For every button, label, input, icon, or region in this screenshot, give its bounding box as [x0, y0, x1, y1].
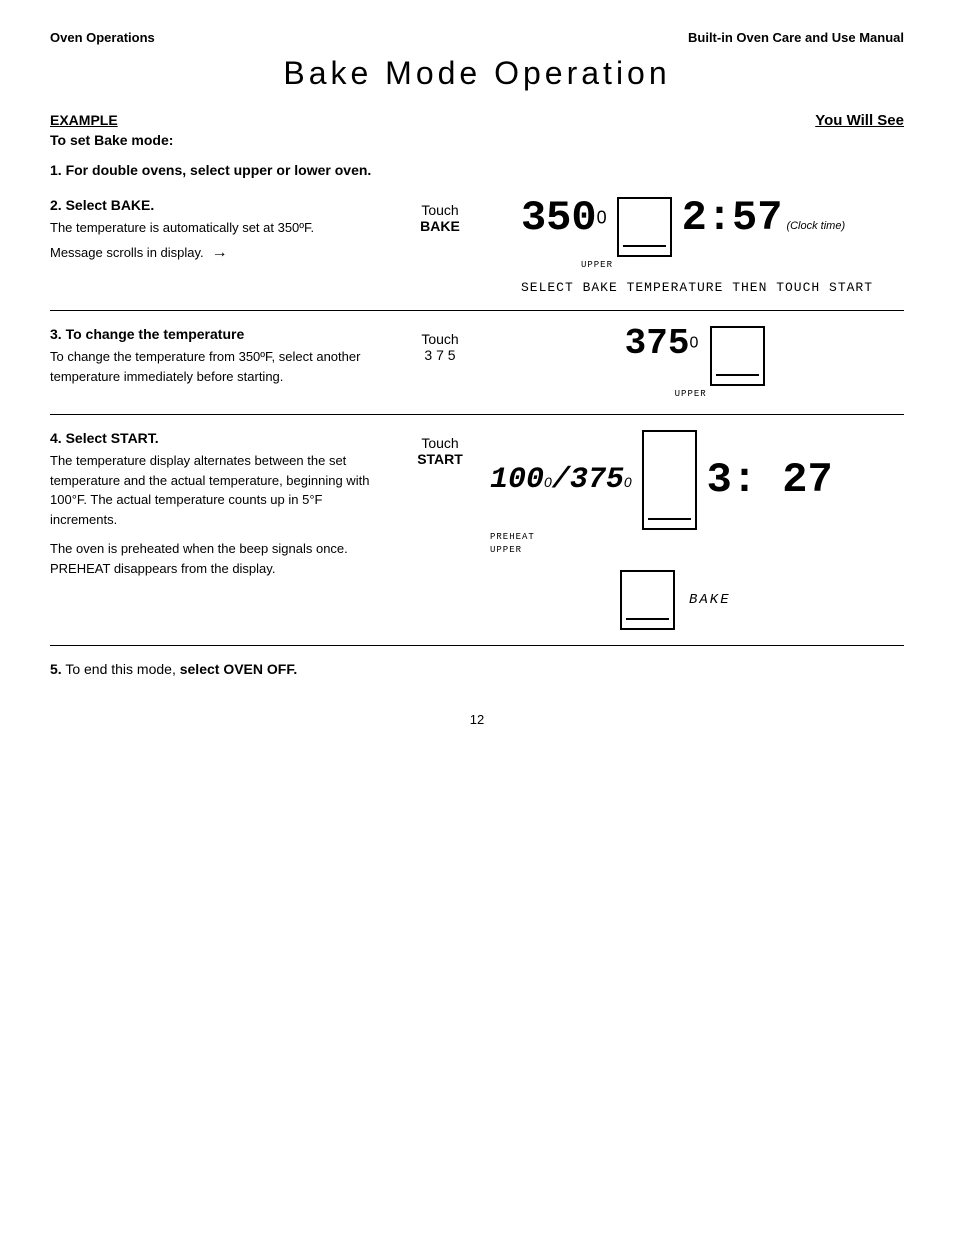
step4-left: 4. Select START. The temperature display… — [50, 430, 390, 578]
step3-left: 3. To change the temperature To change t… — [50, 326, 390, 386]
step1-number: 1. — [50, 162, 62, 178]
step4-title: Select START. — [66, 430, 159, 446]
step3-temp-group: 3750 — [625, 326, 699, 362]
step3-temp: 375 — [625, 323, 690, 364]
header-left: Oven Operations — [50, 30, 155, 45]
step4-body1: The temperature display alternates betwe… — [50, 451, 370, 529]
step4-touch2: START — [390, 451, 490, 467]
step2-right: 3500 2:57 (Clock time) UPPER SELECT BAKE… — [490, 197, 904, 295]
step3-touch1: Touch — [390, 331, 490, 347]
step4-slash: / — [552, 463, 570, 497]
step5-number: 5. — [50, 661, 62, 677]
step4-right: 1000 / 3750 3: 27 PREHEAT UPPER BAKE — [490, 430, 904, 630]
step4-oven-panel — [642, 430, 697, 530]
step2-body: The temperature is automatically set at … — [50, 218, 370, 238]
step2-upper: UPPER — [581, 260, 613, 270]
step4-upper: UPPER — [490, 545, 535, 555]
step4-body2: The oven is preheated when the beep sign… — [50, 539, 370, 578]
page-number: 12 — [50, 712, 904, 727]
step5-text-bold: select OVEN OFF. — [180, 661, 297, 677]
header: Oven Operations Built-in Oven Care and U… — [50, 30, 904, 45]
step4-oven-panel-2 — [620, 570, 675, 630]
step4-bake-label: BAKE — [689, 592, 731, 608]
step4-temp-set: 375 — [570, 463, 624, 497]
step2-clock-group: 2:57 (Clock time) — [682, 197, 846, 239]
step2-touch1: Touch — [390, 202, 490, 218]
step2-middle: Touch BAKE — [390, 197, 490, 234]
step2-temp: 350 — [521, 194, 597, 242]
step4-clock-group: 3: 27 — [707, 459, 833, 501]
step3-upper: UPPER — [675, 389, 707, 399]
step2-number: 2. — [50, 197, 62, 213]
step4-labels-left: PREHEAT UPPER — [490, 530, 535, 555]
step2-clock-label: (Clock time) — [786, 220, 845, 232]
step5-text-normal: To end this mode, — [65, 661, 176, 677]
step2-oven-panel — [617, 197, 672, 257]
step3-oven-panel — [710, 326, 765, 386]
step3-display: 3750 — [625, 326, 770, 386]
step3-middle: Touch 3 7 5 — [390, 326, 490, 363]
step4-top-row: 1000 / 3750 3: 27 — [490, 430, 833, 530]
scroll-arrow: → — [212, 244, 228, 262]
step3-number: 3. — [50, 326, 62, 342]
step2-section: 2. Select BAKE. The temperature is autom… — [50, 182, 904, 311]
intro-area: EXAMPLE To set Bake mode: You Will See 1… — [50, 112, 904, 182]
step5-row: 5. To end this mode, select OVEN OFF. — [50, 646, 904, 692]
step2-scroll: Message scrolls in display. → — [50, 238, 370, 268]
step4-degree-actual: 0 — [544, 474, 552, 490]
step4-section: 4. Select START. The temperature display… — [50, 415, 904, 646]
step4-clock: 3: 27 — [707, 456, 833, 504]
step4-touch1: Touch — [390, 435, 490, 451]
step4-display: 1000 / 3750 3: 27 PREHEAT UPPER BAKE — [490, 430, 833, 630]
step1-left: 1. For double ovens, select upper or low… — [50, 162, 390, 178]
step3-touch2: 3 7 5 — [390, 347, 490, 363]
example-label: EXAMPLE — [50, 112, 173, 128]
step4-preheat: PREHEAT — [490, 532, 535, 542]
step2-temp-group: 3500 — [521, 197, 607, 239]
step2-touch2: BAKE — [390, 218, 490, 234]
step2-title: Select BAKE. — [66, 197, 155, 213]
header-right: Built-in Oven Care and Use Manual — [688, 30, 904, 45]
page-title: Bake Mode Operation — [50, 55, 904, 92]
step3-body: To change the temperature from 350ºF, se… — [50, 347, 370, 386]
step3-title: To change the temperature — [66, 326, 245, 342]
scroll-text: Message scrolls in display. — [50, 245, 204, 260]
step1-text: For double ovens, select upper or lower … — [66, 162, 372, 178]
step2-display: 3500 2:57 (Clock time) — [521, 197, 845, 257]
step4-middle: Touch START — [390, 430, 490, 467]
step4-temp-actual: 100 — [490, 463, 544, 497]
step4-temps: 1000 / 3750 — [490, 463, 632, 497]
step3-section: 3. To change the temperature To change t… — [50, 311, 904, 415]
step2-degree: 0 — [597, 207, 607, 227]
step4-degree-set: 0 — [624, 474, 632, 490]
to-set-bake: To set Bake mode: — [50, 132, 173, 148]
you-will-see: You Will See — [815, 112, 904, 129]
step1-row: 1. For double ovens, select upper or low… — [50, 154, 904, 182]
step2-left: 2. Select BAKE. The temperature is autom… — [50, 197, 390, 268]
step3-right: 3750 UPPER — [490, 326, 904, 399]
step4-number: 4. — [50, 430, 62, 446]
step3-degree: 0 — [689, 334, 698, 351]
step2-clock: 2:57 — [682, 197, 783, 239]
step2-select-msg: SELECT BAKE TEMPERATURE THEN TOUCH START — [521, 280, 873, 295]
